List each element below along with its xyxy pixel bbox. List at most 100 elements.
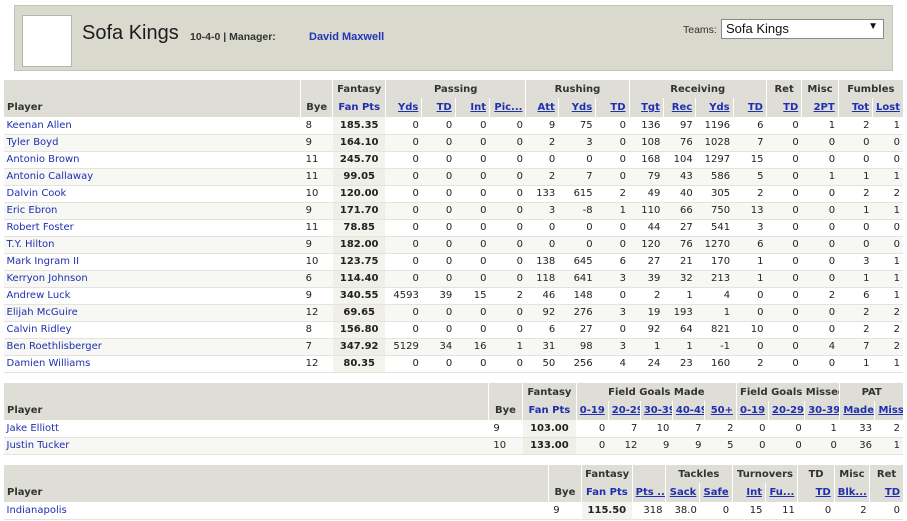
player-link[interactable]: Jake Elliott — [7, 423, 59, 434]
col-pass-td[interactable]: TD — [421, 98, 456, 117]
sort-fgmiss-0-19-link[interactable]: 0-19 — [740, 405, 765, 416]
sort-rush-td-link[interactable]: TD — [610, 102, 625, 113]
col-rush-yds[interactable]: Yds — [557, 98, 596, 117]
player-link[interactable]: Mark Ingram II — [7, 256, 80, 267]
col-sack[interactable]: Sack — [664, 483, 700, 502]
col-fgmiss-0-19[interactable]: 0-19 — [735, 401, 769, 420]
defense-column-header: Player Bye Fan Pts Pts ... Sack Safe Int… — [3, 483, 903, 502]
sort-ret-td-link[interactable]: TD — [885, 487, 900, 498]
player-link[interactable]: T.Y. Hilton — [7, 239, 55, 250]
sort-fgmiss-30-39-link[interactable]: 30-39 — [808, 405, 840, 416]
col-fgm-0-19[interactable]: 0-19 — [575, 401, 609, 420]
sort-fan-pts-link[interactable]: Fan Pts — [529, 405, 571, 416]
col-pat-made[interactable]: Made — [839, 401, 875, 420]
sort-pass-td-link[interactable]: TD — [437, 102, 452, 113]
col-fum-tot[interactable]: Tot — [837, 98, 873, 117]
sort-fgmiss-20-29-link[interactable]: 20-29 — [772, 405, 804, 416]
sort-rec-tgt-link[interactable]: Tgt — [641, 102, 660, 113]
col-pat-miss[interactable]: Miss — [874, 401, 903, 420]
col-rush-att[interactable]: Att — [525, 98, 559, 117]
manager-link[interactable]: David Maxwell — [309, 31, 384, 43]
sort-fum-lost-link[interactable]: Lost — [876, 102, 900, 113]
sort-rec-rec-link[interactable]: Rec — [672, 102, 692, 113]
col-int[interactable]: Int — [731, 483, 766, 502]
col-ret-td[interactable]: TD — [765, 98, 802, 117]
col-rec-td[interactable]: TD — [732, 98, 767, 117]
player-link[interactable]: Antonio Callaway — [7, 171, 94, 182]
col-pts-allowed[interactable]: Pts ... — [631, 483, 666, 502]
col-blocked[interactable]: Blk... — [833, 483, 870, 502]
col-fan-pts[interactable]: Fan Pts — [522, 401, 577, 420]
sort-fgm-50plus-link[interactable]: 50+ — [711, 405, 733, 416]
sort-fumble-rec-link[interactable]: Fu... — [769, 487, 794, 498]
sort-sack-link[interactable]: Sack — [670, 487, 697, 498]
sort-fgm-30-39-link[interactable]: 30-39 — [644, 405, 673, 416]
col-fgm-20-29[interactable]: 20-29 — [607, 401, 641, 420]
sort-safety-link[interactable]: Safe — [704, 487, 729, 498]
col-pass-yds[interactable]: Yds — [384, 98, 422, 117]
player-link[interactable]: Antonio Brown — [7, 154, 80, 165]
team-select[interactable]: Sofa Kings ▼ — [721, 19, 884, 39]
col-fgm-40-49[interactable]: 40-49 — [671, 401, 705, 420]
col-fan-pts[interactable]: Fan Pts — [332, 98, 386, 117]
stat-cell: 0 — [797, 502, 835, 520]
sort-rec-td-link[interactable]: TD — [748, 102, 763, 113]
col-fum-lost[interactable]: Lost — [872, 98, 903, 117]
sort-pass-int-link[interactable]: Int — [470, 102, 486, 113]
sort-blocked-link[interactable]: Blk... — [838, 487, 867, 498]
player-link[interactable]: Ben Roethlisberger — [7, 341, 102, 352]
col-rec-yds[interactable]: Yds — [695, 98, 734, 117]
col-pass-pick6[interactable]: Pic... — [489, 98, 526, 117]
col-fgmiss-20-29[interactable]: 20-29 — [768, 401, 805, 420]
sort-fgm-40-49-link[interactable]: 40-49 — [676, 405, 705, 416]
stat-cell: 40 — [663, 185, 696, 203]
col-fgm-50plus[interactable]: 50+ — [703, 401, 737, 420]
sort-pass-pick6-link[interactable]: Pic... — [494, 102, 522, 113]
player-link[interactable]: Damien Williams — [7, 358, 91, 369]
sort-int-link[interactable]: Int — [746, 487, 762, 498]
player-link[interactable]: Robert Foster — [7, 222, 74, 233]
sort-ret-td-link[interactable]: TD — [783, 102, 798, 113]
stat-cell: 0 — [801, 151, 839, 169]
stat-cell: 0 — [699, 502, 733, 520]
col-safety[interactable]: Safe — [699, 483, 733, 502]
player-link[interactable]: Indianapolis — [7, 505, 67, 516]
sort-rush-att-link[interactable]: Att — [537, 102, 554, 113]
player-link[interactable]: Elijah McGuire — [7, 307, 78, 318]
sort-fgm-0-19-link[interactable]: 0-19 — [580, 405, 605, 416]
sort-rec-yds-link[interactable]: Yds — [709, 102, 729, 113]
col-misc-2pt[interactable]: 2PT — [801, 98, 839, 117]
player-link[interactable]: Keenan Allen — [7, 120, 72, 131]
col-fan-pts[interactable]: Fan Pts — [581, 483, 633, 502]
col-fgm-30-39[interactable]: 30-39 — [639, 401, 673, 420]
player-link[interactable]: Tyler Boyd — [7, 137, 59, 148]
sort-def-td-link[interactable]: TD — [816, 487, 831, 498]
col-ret-td[interactable]: TD — [869, 483, 903, 502]
player-link[interactable]: Dalvin Cook — [7, 188, 67, 199]
sort-fum-tot-link[interactable]: Tot — [852, 102, 869, 113]
stat-cell: 50 — [525, 355, 559, 373]
player-link[interactable]: Calvin Ridley — [7, 324, 72, 335]
sort-misc-2pt-link[interactable]: 2PT — [814, 102, 835, 113]
col-rec-rec[interactable]: Rec — [662, 98, 696, 117]
stat-cell: 2 — [872, 321, 903, 339]
player-link[interactable]: Kerryon Johnson — [7, 273, 88, 284]
player-link[interactable]: Andrew Luck — [7, 290, 71, 301]
player-link[interactable]: Justin Tucker — [7, 440, 70, 451]
sort-fan-pts-link[interactable]: Fan Pts — [586, 487, 628, 498]
col-fumble-rec[interactable]: Fu... — [764, 483, 798, 502]
sort-pass-yds-link[interactable]: Yds — [398, 102, 418, 113]
col-rush-td[interactable]: TD — [595, 98, 630, 117]
col-pass-int[interactable]: Int — [454, 98, 490, 117]
stat-cell: 4 — [801, 338, 839, 356]
sort-fan-pts-link[interactable]: Fan Pts — [338, 102, 380, 113]
col-def-td[interactable]: TD — [797, 483, 835, 502]
player-link[interactable]: Eric Ebron — [7, 205, 58, 216]
sort-rush-yds-link[interactable]: Yds — [572, 102, 592, 113]
sort-pat-miss-link[interactable]: Miss — [878, 405, 903, 416]
col-rec-tgt[interactable]: Tgt — [628, 98, 664, 117]
col-fgmiss-30-39[interactable]: 30-39 — [804, 401, 840, 420]
sort-fgm-20-29-link[interactable]: 20-29 — [612, 405, 641, 416]
sort-pat-made-link[interactable]: Made — [843, 405, 874, 416]
sort-pts-allowed-link[interactable]: Pts ... — [636, 487, 666, 498]
